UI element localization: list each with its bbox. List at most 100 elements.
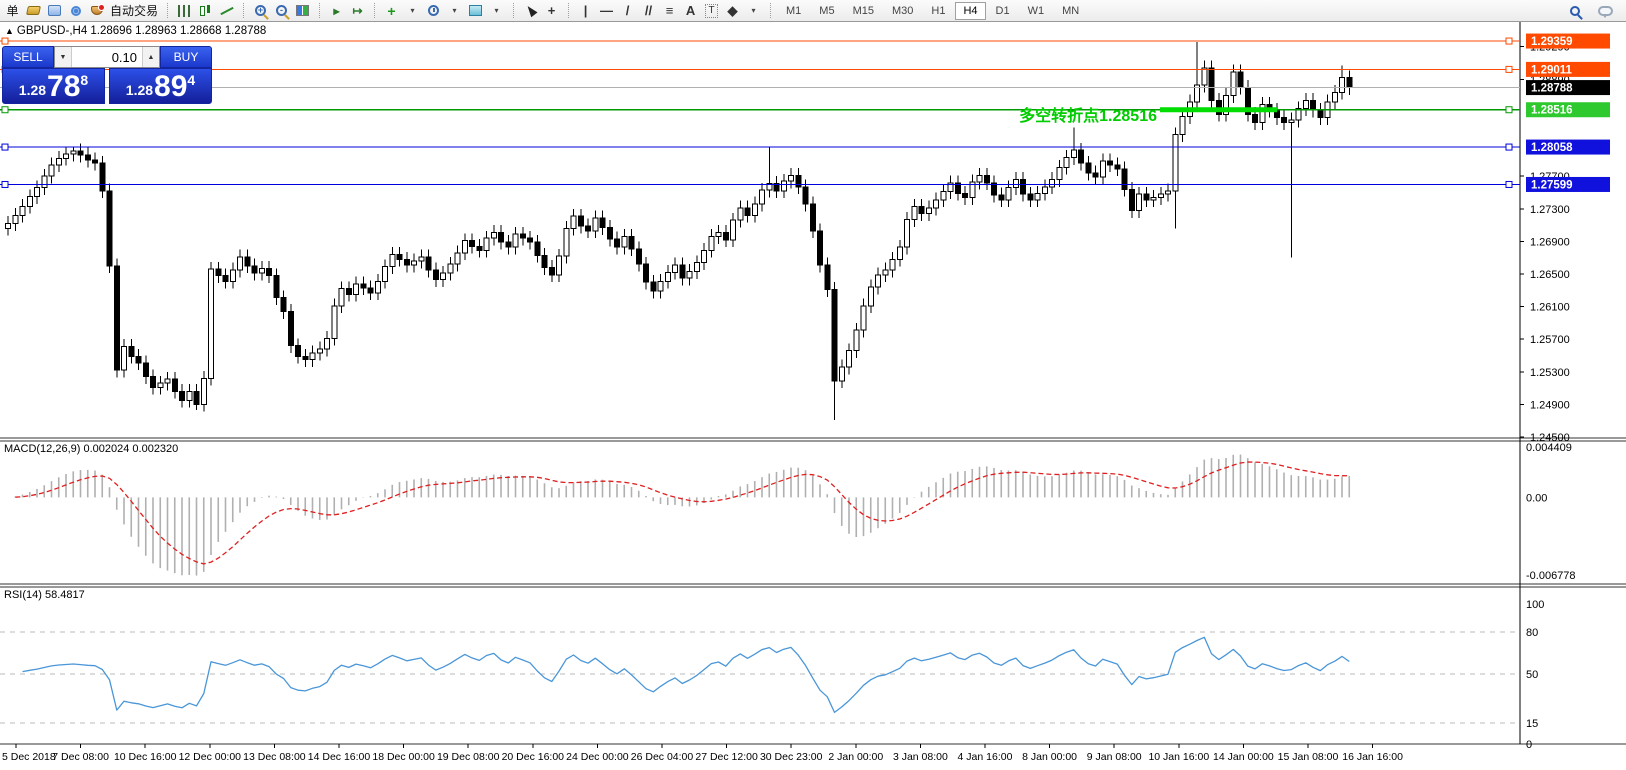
ingot-icon[interactable] — [23, 1, 44, 21]
candle — [999, 195, 1004, 200]
candle — [1303, 100, 1308, 108]
candle — [209, 269, 214, 378]
candle — [1079, 150, 1084, 163]
fibonacci-icon[interactable]: ≡ — [659, 1, 680, 21]
candle — [586, 226, 591, 231]
candle — [644, 264, 649, 282]
rsi-indicator-label: RSI(14) 58.4817 — [4, 589, 85, 601]
candle — [71, 151, 76, 154]
candle — [1108, 161, 1113, 165]
candle — [346, 289, 351, 295]
candle — [158, 383, 163, 387]
chat-icon[interactable] — [1595, 1, 1616, 21]
time-axis-label: 24 Dec 00:00 — [566, 751, 629, 763]
hline-handle[interactable] — [1506, 107, 1512, 113]
new-order-fragment: 单 — [2, 1, 23, 21]
sell-button[interactable]: SELL — [2, 46, 54, 68]
candle — [941, 192, 946, 200]
timeframe-button-m1[interactable]: M1 — [778, 2, 809, 20]
indicators-icon[interactable]: + — [381, 1, 402, 21]
sell-price-button[interactable]: 1.28 78 8 — [2, 68, 105, 104]
hline-handle[interactable] — [2, 107, 8, 113]
crosshair-icon[interactable]: + — [541, 1, 562, 21]
candle — [332, 306, 337, 339]
timeframe-button-m15[interactable]: M15 — [845, 2, 882, 20]
arrows-icon[interactable]: ◆ — [722, 1, 743, 21]
candle — [1166, 191, 1171, 194]
hline-handle[interactable] — [1506, 144, 1512, 150]
svg-text:1.27599: 1.27599 — [1531, 179, 1573, 191]
candle — [1129, 189, 1134, 210]
hline-handle[interactable] — [2, 38, 8, 44]
svg-text:1.29011: 1.29011 — [1531, 64, 1573, 76]
templates-caret[interactable]: ▾ — [486, 1, 507, 21]
price-axis-tick: 1.26500 — [1530, 269, 1570, 281]
trendline-icon[interactable]: / — [617, 1, 638, 21]
auto-scroll-icon[interactable]: ▸ — [326, 1, 347, 21]
timeframe-button-h4[interactable]: H4 — [955, 2, 985, 20]
buy-price-button[interactable]: 1.28 89 4 — [109, 68, 212, 104]
volume-increase-button[interactable]: ▲ — [142, 47, 159, 67]
candle — [151, 377, 156, 388]
templates-icon[interactable] — [465, 1, 486, 21]
candlestick-chart-icon[interactable] — [195, 1, 216, 21]
time-axis-label: 8 Jan 00:00 — [1022, 751, 1077, 763]
candle — [1144, 194, 1149, 200]
volume-input[interactable] — [72, 47, 142, 67]
hline-handle[interactable] — [1506, 66, 1512, 72]
autotrading-icon[interactable] — [86, 1, 107, 21]
macd-axis-label: 0.00 — [1526, 492, 1547, 504]
candle — [361, 284, 366, 288]
horizontal-line-icon[interactable]: — — [596, 1, 617, 21]
buy-button[interactable]: BUY — [160, 46, 212, 68]
search-icon[interactable] — [1564, 1, 1585, 21]
timeframe-button-m30[interactable]: M30 — [884, 2, 921, 20]
candle — [56, 158, 61, 165]
chart-shift-icon[interactable]: ↦ — [347, 1, 368, 21]
time-axis-label: 27 Dec 12:00 — [695, 751, 758, 763]
periods-icon[interactable] — [423, 1, 444, 21]
metaeditor-icon[interactable] — [44, 1, 65, 21]
arrows-caret[interactable]: ▾ — [743, 1, 764, 21]
volume-decrease-button[interactable]: ▼ — [55, 47, 72, 67]
candle — [977, 175, 982, 182]
candle — [441, 273, 446, 280]
hline-handle[interactable] — [1506, 181, 1512, 187]
timeframe-button-h1[interactable]: H1 — [923, 2, 953, 20]
line-chart-icon[interactable] — [216, 1, 237, 21]
time-axis-label: 7 Dec 08:00 — [52, 751, 109, 763]
candle — [1238, 72, 1243, 87]
candle — [259, 268, 264, 273]
cursor-icon[interactable] — [520, 1, 541, 21]
candle — [1311, 100, 1316, 110]
timeframe-button-m5[interactable]: M5 — [811, 2, 842, 20]
indicators-caret[interactable]: ▾ — [402, 1, 423, 21]
timeframe-button-w1[interactable]: W1 — [1020, 2, 1053, 20]
symbol-ohlc-text: GBPUSD-,H4 1.28696 1.28963 1.28668 1.287… — [17, 25, 266, 37]
rsi-pane — [0, 632, 1520, 723]
signals-icon[interactable] — [65, 1, 86, 21]
hline-handle[interactable] — [2, 181, 8, 187]
rsi-axis-label: 100 — [1526, 599, 1544, 611]
vertical-line-icon[interactable]: | — [575, 1, 596, 21]
zoom-out-icon[interactable]: - — [271, 1, 292, 21]
timeframe-button-mn[interactable]: MN — [1054, 2, 1087, 20]
candle — [883, 270, 888, 275]
candle — [926, 208, 931, 214]
timeframe-button-d1[interactable]: D1 — [988, 2, 1018, 20]
zoom-in-icon[interactable]: + — [250, 1, 271, 21]
candle — [172, 379, 177, 391]
bar-chart-icon[interactable] — [174, 1, 195, 21]
candle — [180, 391, 185, 400]
candle — [230, 270, 235, 281]
candle — [1332, 92, 1337, 102]
text-icon[interactable]: A — [680, 1, 701, 21]
channel-icon[interactable]: // — [638, 1, 659, 21]
hline-handle[interactable] — [2, 144, 8, 150]
label-icon[interactable]: T — [701, 1, 722, 21]
candle — [564, 228, 569, 256]
candle — [27, 197, 32, 207]
hline-handle[interactable] — [1506, 38, 1512, 44]
periods-caret[interactable]: ▾ — [444, 1, 465, 21]
tile-windows-icon[interactable] — [292, 1, 313, 21]
